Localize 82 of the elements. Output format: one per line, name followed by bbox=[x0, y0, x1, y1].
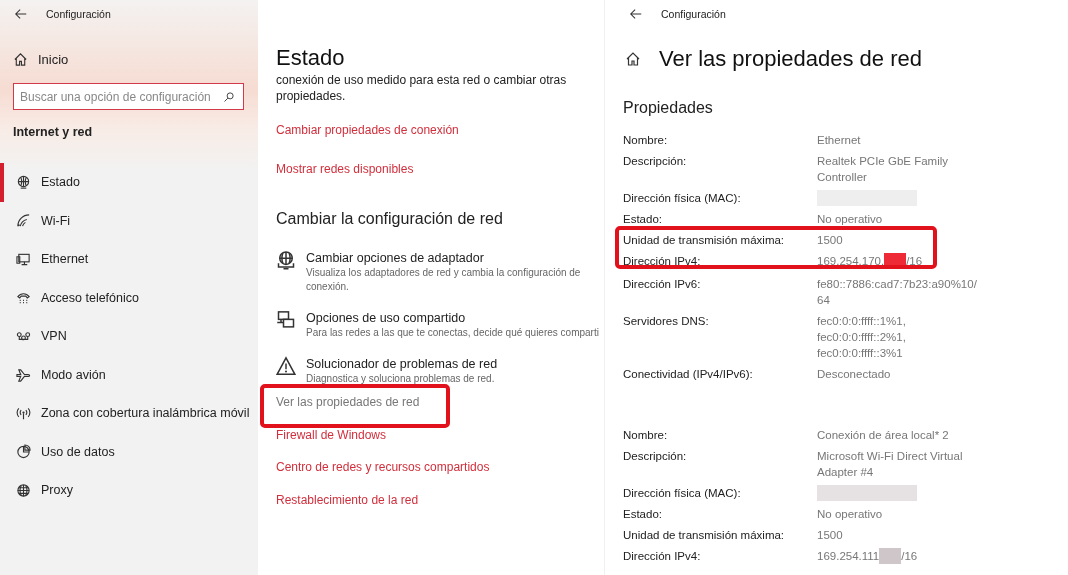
property-value: /16 bbox=[901, 549, 918, 564]
link[interactable]: Firewall de Windows bbox=[276, 427, 387, 442]
property-value: /16 bbox=[906, 254, 923, 269]
search-icon bbox=[223, 90, 235, 103]
sidebar-item[interactable]: VPN bbox=[0, 317, 258, 356]
property-label: Servidores DNS: bbox=[623, 314, 710, 329]
property-label: Dirección física (MAC): bbox=[623, 486, 742, 501]
property-label: Unidad de transmisión máxima: bbox=[623, 528, 786, 543]
sidebar-item[interactable]: Zona con cobertura inalámbrica móvil bbox=[0, 394, 258, 433]
property-value: 169.254.170. bbox=[817, 254, 885, 269]
link[interactable]: Ver las propiedades de red bbox=[276, 395, 420, 410]
back-arrow-icon bbox=[14, 7, 28, 21]
property-value: fec0:0:0:ffff::2%1, bbox=[817, 330, 906, 345]
page-title: Estado bbox=[276, 44, 346, 72]
warning-icon bbox=[276, 356, 296, 376]
home-icon bbox=[13, 51, 28, 67]
property-label: Descripción: bbox=[623, 449, 688, 464]
property-label: Descripción: bbox=[623, 154, 688, 169]
option-title[interactable]: Cambiar opciones de adaptador bbox=[306, 250, 604, 266]
property-value: fec0:0:0:ffff::1%1, bbox=[817, 314, 906, 329]
property-value: 1500 bbox=[817, 528, 843, 543]
property-label: Conectividad (IPv4/IPv6): bbox=[623, 367, 754, 382]
property-value: Controller bbox=[817, 170, 867, 185]
sidebar-item[interactable]: Uso de datos bbox=[0, 432, 258, 471]
property-value: No operativo bbox=[817, 212, 883, 227]
link[interactable]: Centro de redes y recursos compartidos bbox=[276, 460, 490, 475]
wifi-signal-icon bbox=[16, 213, 31, 229]
property-label: Estado: bbox=[623, 507, 663, 522]
property-label: Dirección IPv6: bbox=[623, 277, 702, 292]
shared-monitors-icon bbox=[276, 310, 296, 330]
pie-chart-icon bbox=[16, 444, 31, 460]
phone-icon bbox=[16, 290, 31, 306]
property-value: fe80::7886:cad7:7b23:a90%10/ bbox=[817, 277, 977, 292]
option-description: Visualiza los adaptadores de red y cambia la configuración de conexión. bbox=[306, 266, 582, 294]
section-heading: Internet y red bbox=[13, 125, 94, 141]
link[interactable]: Mostrar redes disponibles bbox=[276, 157, 604, 182]
sidebar-item[interactable]: Proxy bbox=[0, 471, 258, 510]
search-field[interactable]: Buscar una opción de configuración bbox=[13, 83, 244, 110]
option-description: Para las redes a las que te conectas, decide qué quieres comparti bbox=[306, 326, 600, 340]
page-title: Ver las propiedades de red bbox=[659, 45, 922, 73]
property-value: Microsoft Wi-Fi Direct Virtual bbox=[817, 449, 963, 464]
monitor-icon bbox=[16, 251, 31, 267]
section-heading: Cambiar la configuración de red bbox=[276, 209, 504, 229]
globe-monitor-icon bbox=[276, 250, 296, 270]
property-value: fec0:0:0:ffff::3%1 bbox=[817, 346, 903, 361]
property-value: Adapter #4 bbox=[817, 465, 874, 480]
property-value: Conexión de área local* 2 bbox=[817, 428, 949, 443]
back-arrow-icon bbox=[629, 7, 643, 21]
property-value: No operativo bbox=[817, 507, 883, 522]
airplane-icon bbox=[16, 367, 31, 383]
option-title[interactable]: Solucionador de problemas de red bbox=[306, 356, 604, 372]
property-label: Nombre: bbox=[623, 133, 669, 148]
sidebar-item[interactable]: Ethernet bbox=[0, 240, 258, 279]
property-value: 169.254.111 bbox=[817, 549, 880, 564]
property-value: Desconectado bbox=[817, 367, 891, 382]
property-label: Nombre: bbox=[623, 428, 669, 443]
sidebar-item[interactable]: Estado bbox=[0, 163, 258, 202]
section-heading: Propiedades bbox=[623, 98, 714, 118]
option-description: Diagnostica y soluciona problemas de red. bbox=[306, 372, 496, 386]
hotspot-icon bbox=[16, 405, 31, 421]
option-title[interactable]: Opciones de uso compartido bbox=[306, 310, 604, 326]
property-label: Dirección física (MAC): bbox=[623, 191, 742, 206]
property-label: Dirección IPv4: bbox=[623, 549, 702, 564]
home-icon bbox=[625, 51, 641, 67]
property-label: Unidad de transmisión máxima: bbox=[623, 233, 786, 248]
sidebar-item[interactable]: Acceso telefónico bbox=[0, 278, 258, 317]
sidebar-item[interactable]: Wi-Fi bbox=[0, 201, 258, 240]
property-value: Realtek PCIe GbE Family bbox=[817, 154, 948, 169]
sidebar-item[interactable]: Modo avión bbox=[0, 355, 258, 394]
globe-monitor-icon bbox=[16, 174, 31, 190]
window-title: Configuración bbox=[661, 8, 726, 20]
description-text: conexión de uso medido para esta red o cambiar otras propiedades. bbox=[276, 72, 568, 104]
home-link[interactable]: Inicio bbox=[13, 43, 83, 75]
property-value: 64 bbox=[817, 293, 830, 308]
property-value: Ethernet bbox=[817, 133, 861, 148]
link[interactable]: Cambiar propiedades de conexión bbox=[276, 118, 604, 143]
property-value: 1500 bbox=[817, 233, 843, 248]
property-label: Estado: bbox=[623, 212, 663, 227]
window-title: Configuración bbox=[46, 8, 111, 20]
property-label: Dirección IPv4: bbox=[623, 254, 702, 269]
globe-icon bbox=[16, 482, 31, 498]
link[interactable]: Restablecimiento de la red bbox=[276, 492, 419, 507]
